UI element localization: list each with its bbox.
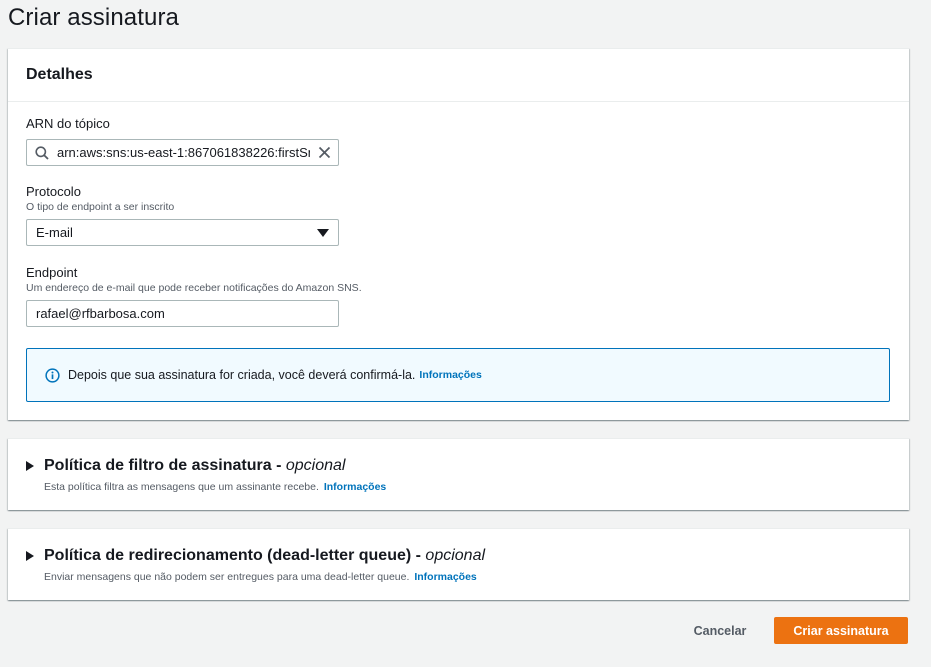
alert-text: Depois que sua assinatura for criada, vo… bbox=[68, 368, 416, 382]
topic-arn-label: ARN do tópico bbox=[26, 116, 110, 131]
filter-policy-panel: Política de filtro de assinatura - opcio… bbox=[8, 438, 909, 510]
search-icon bbox=[27, 145, 57, 160]
protocol-label: Protocolo bbox=[26, 184, 81, 199]
details-header: Detalhes bbox=[8, 49, 909, 102]
filter-policy-description: Esta política filtra as mensagens que um… bbox=[44, 481, 319, 493]
create-subscription-button[interactable]: Criar assinatura bbox=[774, 617, 908, 644]
topic-arn-field: ARN do tópico bbox=[26, 116, 110, 131]
filter-policy-toggle[interactable]: Política de filtro de assinatura - opcio… bbox=[26, 457, 345, 475]
info-alert: Depois que sua assinatura for criada, vo… bbox=[26, 348, 890, 402]
filter-policy-description-row: Esta política filtra as mensagens que um… bbox=[44, 481, 386, 493]
endpoint-input[interactable]: rafael@rfbarbosa.com bbox=[26, 300, 339, 327]
endpoint-label: Endpoint bbox=[26, 265, 78, 280]
redrive-policy-panel: Política de redirecionamento (dead-lette… bbox=[8, 528, 909, 600]
redrive-policy-toggle[interactable]: Política de redirecionamento (dead-lette… bbox=[26, 547, 485, 565]
topic-arn-input[interactable]: arn:aws:sns:us-east-1:867061838226:first… bbox=[26, 139, 339, 166]
redrive-policy-description: Enviar mensagens que não podem ser entre… bbox=[44, 571, 410, 583]
redrive-policy-title: Política de redirecionamento (dead-lette… bbox=[44, 547, 421, 564]
expand-triangle-icon bbox=[26, 551, 44, 561]
redrive-policy-description-row: Enviar mensagens que não podem ser entre… bbox=[44, 571, 477, 583]
filter-policy-title: Política de filtro de assinatura - bbox=[44, 457, 282, 474]
protocol-select[interactable]: E-mail bbox=[26, 219, 339, 246]
filter-policy-info-link[interactable]: Informações bbox=[324, 481, 386, 493]
redrive-policy-info-link[interactable]: Informações bbox=[414, 571, 476, 583]
details-heading: Detalhes bbox=[26, 66, 93, 83]
endpoint-description: Um endereço de e-mail que pode receber n… bbox=[26, 282, 362, 294]
protocol-description: O tipo de endpoint a ser inscrito bbox=[26, 201, 175, 213]
protocol-selected-value: E-mail bbox=[36, 225, 73, 240]
clear-icon[interactable] bbox=[310, 146, 338, 159]
endpoint-field: Endpoint Um endereço de e-mail que pode … bbox=[26, 265, 362, 294]
alert-info-link[interactable]: Informações bbox=[419, 369, 481, 381]
endpoint-value[interactable]: rafael@rfbarbosa.com bbox=[36, 306, 165, 321]
cancel-button[interactable]: Cancelar bbox=[682, 617, 758, 644]
caret-down-icon bbox=[308, 228, 338, 237]
topic-arn-value[interactable]: arn:aws:sns:us-east-1:867061838226:first… bbox=[57, 145, 310, 160]
redrive-policy-optional: opcional bbox=[425, 547, 486, 564]
filter-policy-optional: opcional bbox=[285, 457, 346, 474]
page-title: Criar assinatura bbox=[8, 4, 179, 31]
expand-triangle-icon bbox=[26, 461, 44, 471]
info-icon bbox=[45, 367, 60, 383]
details-panel: Detalhes ARN do tópico arn:aws:sns:us-ea… bbox=[8, 48, 909, 420]
protocol-field: Protocolo O tipo de endpoint a ser inscr… bbox=[26, 184, 174, 213]
